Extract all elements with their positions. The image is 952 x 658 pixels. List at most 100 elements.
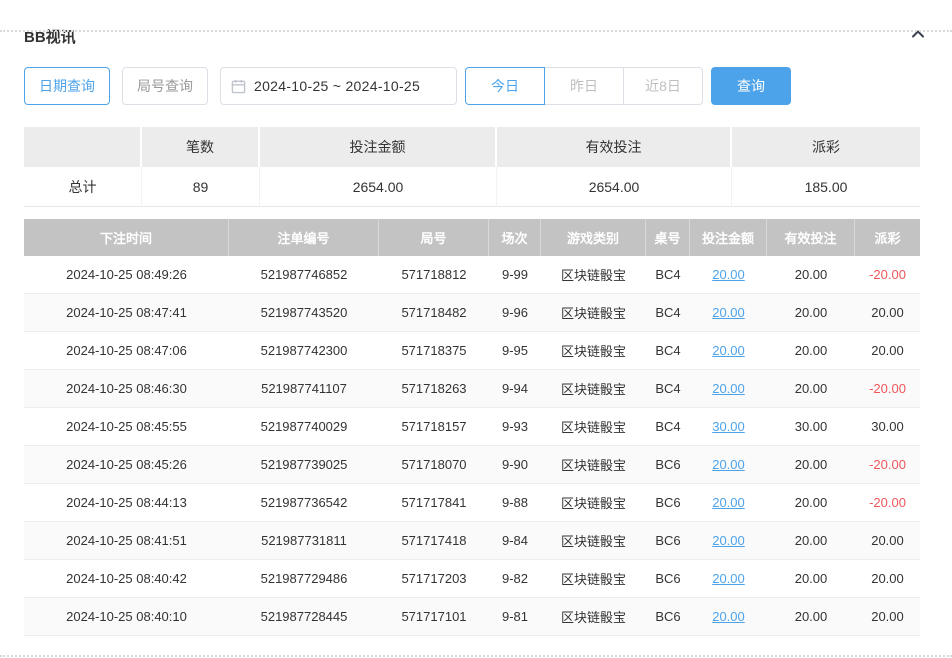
cell-order-no: 521987743520: [229, 294, 379, 331]
cell-order-no: 521987739025: [229, 446, 379, 483]
summary-header-row: 笔数 投注金额 有效投注 派彩: [24, 127, 920, 167]
cell-bet-time: 2024-10-25 08:40:10: [24, 598, 229, 635]
cell-session: 9-88: [489, 484, 541, 521]
cell-valid-bet: 30.00: [767, 408, 855, 445]
cell-round-no: 571718375: [379, 332, 489, 369]
summary-header-bet-count: 笔数: [142, 127, 260, 167]
cell-payout: -20.00: [855, 484, 920, 521]
table-row: 2024-10-25 08:44:13 521987736542 5717178…: [24, 484, 920, 522]
cell-payout: 20.00: [855, 598, 920, 635]
bet-amount-link[interactable]: 20.00: [690, 370, 767, 407]
summary-header-bet-amount: 投注金额: [260, 127, 497, 167]
col-header-round-no: 局号: [379, 219, 489, 256]
table-row: 2024-10-25 08:41:51 521987731811 5717174…: [24, 522, 920, 560]
cell-order-no: 521987742300: [229, 332, 379, 369]
cell-bet-time: 2024-10-25 08:40:42: [24, 560, 229, 597]
col-header-valid-bet: 有效投注: [767, 219, 855, 256]
cell-valid-bet: 20.00: [767, 446, 855, 483]
cell-payout: 20.00: [855, 560, 920, 597]
table-row: 2024-10-25 08:47:41 521987743520 5717184…: [24, 294, 920, 332]
bet-amount-link[interactable]: 20.00: [690, 294, 767, 331]
cell-order-no: 521987729486: [229, 560, 379, 597]
table-row: 2024-10-25 08:45:26 521987739025 5717180…: [24, 446, 920, 484]
cell-round-no: 571717418: [379, 522, 489, 559]
cell-table-no: BC4: [646, 256, 690, 293]
cell-valid-bet: 20.00: [767, 370, 855, 407]
cell-payout: 20.00: [855, 332, 920, 369]
cell-payout: -20.00: [855, 446, 920, 483]
col-header-order-no: 注单编号: [229, 219, 379, 256]
cell-game-type: 区块链骰宝: [541, 370, 646, 407]
quick-range-yesterday[interactable]: 昨日: [544, 67, 624, 105]
date-query-tab[interactable]: 日期查询: [24, 67, 110, 105]
col-header-payout: 派彩: [855, 219, 920, 256]
cell-round-no: 571718482: [379, 294, 489, 331]
cell-valid-bet: 20.00: [767, 560, 855, 597]
cell-session: 9-93: [489, 408, 541, 445]
table-row: 2024-10-25 08:45:55 521987740029 5717181…: [24, 408, 920, 446]
cell-game-type: 区块链骰宝: [541, 256, 646, 293]
cell-session: 9-94: [489, 370, 541, 407]
cell-payout: 20.00: [855, 294, 920, 331]
cell-game-type: 区块链骰宝: [541, 294, 646, 331]
summary-bet-count-value: 89: [142, 167, 260, 207]
bet-amount-link[interactable]: 20.00: [690, 332, 767, 369]
col-header-bet-amount: 投注金额: [690, 219, 767, 256]
cell-table-no: BC6: [646, 560, 690, 597]
cell-order-no: 521987740029: [229, 408, 379, 445]
cell-table-no: BC6: [646, 598, 690, 635]
calendar-icon: [231, 79, 246, 94]
summary-table: 笔数 投注金额 有效投注 派彩 总计 89 2654.00 2654.00 18…: [24, 127, 920, 207]
table-row: 2024-10-25 08:40:42 521987729486 5717172…: [24, 560, 920, 598]
cell-round-no: 571718263: [379, 370, 489, 407]
cell-game-type: 区块链骰宝: [541, 522, 646, 559]
cell-table-no: BC6: [646, 446, 690, 483]
date-range-value: 2024-10-25 ~ 2024-10-25: [254, 78, 420, 94]
table-row: 2024-10-25 08:40:10 521987728445 5717171…: [24, 598, 920, 636]
cell-order-no: 521987741107: [229, 370, 379, 407]
bet-amount-link[interactable]: 20.00: [690, 446, 767, 483]
summary-valid-bet-value: 2654.00: [497, 167, 732, 207]
cell-session: 9-81: [489, 598, 541, 635]
search-button[interactable]: 查询: [711, 67, 791, 105]
cell-round-no: 571717841: [379, 484, 489, 521]
round-query-tab[interactable]: 局号查询: [122, 67, 208, 105]
cell-bet-time: 2024-10-25 08:46:30: [24, 370, 229, 407]
cell-valid-bet: 20.00: [767, 598, 855, 635]
cell-game-type: 区块链骰宝: [541, 598, 646, 635]
summary-header-valid-bet: 有效投注: [497, 127, 732, 167]
cell-bet-time: 2024-10-25 08:47:41: [24, 294, 229, 331]
cell-game-type: 区块链骰宝: [541, 484, 646, 521]
cell-order-no: 521987728445: [229, 598, 379, 635]
cell-valid-bet: 20.00: [767, 484, 855, 521]
summary-payout-value: 185.00: [732, 167, 920, 207]
quick-range-today[interactable]: 今日: [465, 67, 545, 105]
bet-amount-link[interactable]: 20.00: [690, 598, 767, 635]
cell-table-no: BC6: [646, 522, 690, 559]
cell-session: 9-82: [489, 560, 541, 597]
bb-video-section: BB视讯 日期查询 局号查询 2024-10-25 ~ 2024-10-25 今…: [0, 26, 952, 636]
date-range-input[interactable]: 2024-10-25 ~ 2024-10-25: [220, 67, 457, 105]
cell-valid-bet: 20.00: [767, 332, 855, 369]
col-header-game-type: 游戏类别: [541, 219, 646, 256]
cell-game-type: 区块链骰宝: [541, 446, 646, 483]
cell-bet-time: 2024-10-25 08:49:26: [24, 256, 229, 293]
top-dotted-divider: [0, 30, 952, 32]
bet-amount-link[interactable]: 20.00: [690, 484, 767, 521]
cell-game-type: 区块链骰宝: [541, 408, 646, 445]
quick-range-group: 今日 昨日 近8日: [465, 67, 703, 105]
bet-amount-link[interactable]: 30.00: [690, 408, 767, 445]
bet-amount-link[interactable]: 20.00: [690, 256, 767, 293]
cell-game-type: 区块链骰宝: [541, 332, 646, 369]
cell-round-no: 571717203: [379, 560, 489, 597]
cell-payout: -20.00: [855, 256, 920, 293]
summary-header-payout: 派彩: [732, 127, 920, 167]
bet-amount-link[interactable]: 20.00: [690, 560, 767, 597]
col-header-session: 场次: [489, 219, 541, 256]
bet-amount-link[interactable]: 20.00: [690, 522, 767, 559]
quick-range-last8days[interactable]: 近8日: [623, 67, 703, 105]
cell-payout: 30.00: [855, 408, 920, 445]
bet-records-table: 下注时间 注单编号 局号 场次 游戏类别 桌号 投注金额 有效投注 派彩 202…: [24, 219, 920, 636]
cell-valid-bet: 20.00: [767, 294, 855, 331]
summary-total-label: 总计: [24, 167, 142, 207]
